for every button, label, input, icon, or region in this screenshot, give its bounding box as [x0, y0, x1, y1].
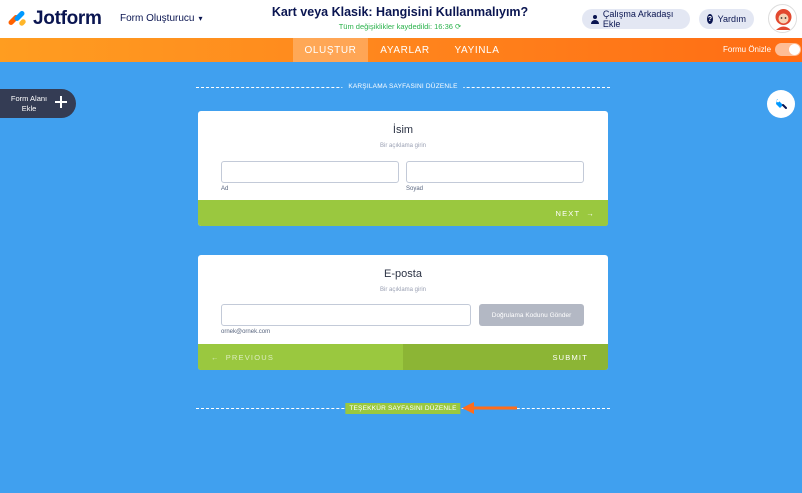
- form-title-area: Kart veya Klasik: Hangisini Kullanmalıyı…: [250, 5, 550, 31]
- top-header: Jotform Form Oluşturucu ▾ Kart veya Klas…: [0, 0, 802, 38]
- save-status-text: Tüm değişiklikler kaydedildi: 16:36: [338, 22, 453, 31]
- edit-welcome-page-link[interactable]: KARŞILAMA SAYFASINI DÜZENLE: [342, 83, 464, 90]
- help-label: Yardım: [717, 14, 746, 24]
- form-builder-label: Form Oluşturucu: [120, 13, 195, 24]
- next-button[interactable]: NEXT →: [403, 200, 608, 226]
- refresh-icon: ⟳: [455, 22, 462, 31]
- avatar[interactable]: [768, 4, 797, 33]
- welcome-page-separator: KARŞILAMA SAYFASINI DÜZENLE: [196, 83, 610, 90]
- email-sublabel: ornek@ornek.com: [221, 329, 271, 335]
- first-name-sublabel: Ad: [221, 186, 229, 192]
- form-preview-label: Formu Önizle: [723, 45, 772, 54]
- last-name-input[interactable]: [406, 161, 584, 183]
- help-button[interactable]: ? Yardım: [699, 9, 754, 29]
- form-designer-button[interactable]: [767, 90, 795, 118]
- plus-icon: [54, 95, 68, 109]
- save-status: Tüm değişiklikler kaydedildi: 16:36 ⟳: [250, 22, 550, 31]
- add-collaborator-button[interactable]: Çalışma Arkadaşı Ekle: [582, 9, 690, 29]
- chevron-down-icon: ▾: [198, 14, 203, 23]
- logo-text: Jotform: [33, 8, 102, 29]
- previous-button[interactable]: ← PREVIOUS: [198, 344, 403, 370]
- last-name-sublabel: Soyad: [406, 186, 424, 192]
- submit-button[interactable]: SUBMIT: [403, 344, 608, 370]
- jotform-logo[interactable]: Jotform: [7, 8, 102, 30]
- add-form-element-button[interactable]: Form Alanı Ekle: [0, 89, 76, 118]
- add-collaborator-label: Çalışma Arkadaşı Ekle: [602, 9, 674, 29]
- card-footer: NEXT →: [198, 200, 608, 226]
- jotform-logo-icon: [7, 9, 27, 28]
- email-question-card[interactable]: E-posta Bir açıklama girin ornek@ornek.c…: [198, 255, 608, 370]
- first-name-input[interactable]: [221, 161, 399, 183]
- help-icon: ?: [707, 14, 713, 24]
- form-title[interactable]: Kart veya Klasik: Hangisini Kullanmalıyı…: [250, 5, 550, 19]
- email-input[interactable]: [221, 304, 471, 326]
- arrow-left-icon: ←: [211, 352, 220, 362]
- send-verification-code-button[interactable]: Doğrulama Kodunu Gönder: [479, 304, 584, 326]
- question-description[interactable]: Bir açıklama girin: [198, 287, 608, 293]
- tab-publish[interactable]: YAYINLA: [447, 38, 507, 62]
- question-title[interactable]: İsim: [198, 124, 608, 136]
- form-preview-toggle[interactable]: [775, 43, 802, 56]
- card-footer: ← PREVIOUS SUBMIT: [198, 344, 608, 370]
- tab-build[interactable]: OLUŞTUR: [293, 38, 368, 62]
- next-label: NEXT: [555, 208, 581, 218]
- paint-roller-icon: [776, 99, 787, 109]
- form-preview-toggle-group: Formu Önizle: [723, 43, 802, 56]
- user-icon: [590, 14, 599, 24]
- edit-thankyou-page-link[interactable]: TEŞEKKÜR SAYFASINI DÜZENLE: [345, 403, 461, 414]
- avatar-image: [769, 5, 796, 32]
- builder-nav: OLUŞTUR AYARLAR YAYINLA Formu Önizle: [0, 38, 802, 62]
- add-form-element-label: Form Alanı Ekle: [10, 94, 48, 113]
- submit-label: SUBMIT: [552, 352, 588, 362]
- previous-label: PREVIOUS: [225, 352, 275, 362]
- annotation-arrow-icon: [462, 402, 517, 414]
- form-builder-dropdown[interactable]: Form Oluşturucu ▾: [120, 13, 202, 24]
- question-title[interactable]: E-posta: [198, 268, 608, 280]
- name-question-card[interactable]: İsim Bir açıklama girin Ad Soyad NEXT →: [198, 111, 608, 226]
- tab-settings[interactable]: AYARLAR: [372, 38, 438, 62]
- arrow-right-icon: →: [586, 208, 595, 218]
- thankyou-page-separator: TEŞEKKÜR SAYFASINI DÜZENLE: [196, 403, 610, 414]
- question-description[interactable]: Bir açıklama girin: [198, 143, 608, 149]
